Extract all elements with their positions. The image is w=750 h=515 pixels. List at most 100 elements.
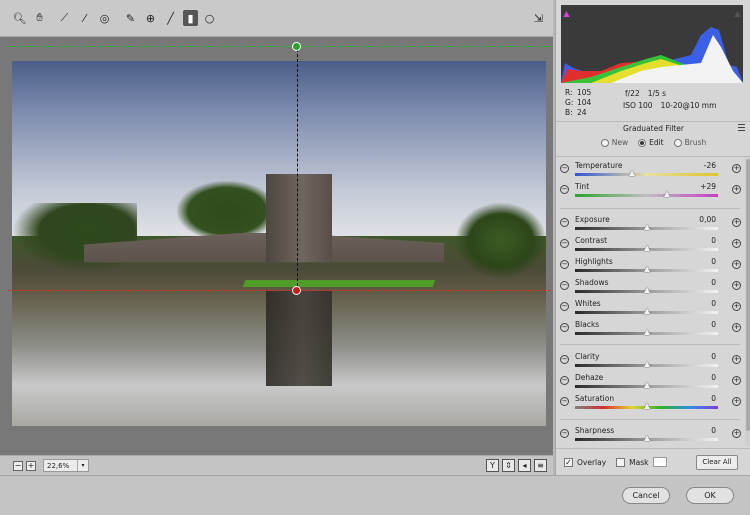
contrast-thumb[interactable] [643, 245, 650, 251]
sharpness-thumb[interactable] [643, 435, 650, 441]
highlights-slider[interactable]: − Highlights 0 + [556, 257, 743, 277]
swap-icon[interactable]: ⇕ [502, 459, 515, 472]
whites-slider[interactable]: − Whites 0 + [556, 299, 743, 319]
highlights-value[interactable]: 0 [711, 257, 716, 266]
saturation-slider[interactable]: − Saturation 0 + [556, 394, 743, 414]
toggle-settings-icon[interactable]: ≡ [534, 459, 547, 472]
highlights-decrease-icon[interactable]: − [560, 260, 569, 269]
ok-button[interactable]: OK [686, 487, 734, 504]
copy-settings-icon[interactable]: ◂ [518, 459, 531, 472]
contrast-decrease-icon[interactable]: − [560, 239, 569, 248]
mode-edit[interactable]: Edit [638, 138, 664, 147]
red-eye-icon[interactable]: ⊕ [143, 10, 158, 26]
clarity-decrease-icon[interactable]: − [560, 355, 569, 364]
sharpness-value[interactable]: 0 [711, 426, 716, 435]
shadows-value[interactable]: 0 [711, 278, 716, 287]
clarity-thumb[interactable] [643, 361, 650, 367]
dehaze-decrease-icon[interactable]: − [560, 376, 569, 385]
tint-thumb[interactable] [663, 191, 670, 197]
exposure-slider[interactable]: − Exposure 0,00 + [556, 215, 743, 235]
tint-decrease-icon[interactable]: − [560, 185, 569, 194]
zoom-select[interactable]: 22,6% ▾ [43, 459, 89, 472]
zoom-icon[interactable]: 🔍︎ [12, 10, 27, 26]
mask-checkbox[interactable] [616, 457, 626, 467]
contrast-slider[interactable]: − Contrast 0 + [556, 236, 743, 256]
mask-color-swatch[interactable] [652, 457, 667, 467]
fullscreen-icon[interactable]: ⇲ [531, 10, 546, 26]
exposure-decrease-icon[interactable]: − [560, 218, 569, 227]
tint-increase-icon[interactable]: + [732, 185, 741, 194]
graduated-filter-icon[interactable]: ▮ [183, 10, 198, 26]
panel-menu-icon[interactable] [738, 124, 745, 131]
clarity-increase-icon[interactable]: + [732, 355, 741, 364]
saturation-thumb[interactable] [643, 403, 650, 409]
whites-increase-icon[interactable]: + [732, 302, 741, 311]
before-after-icon[interactable]: Y [486, 459, 499, 472]
exposure-value[interactable]: 0,00 [699, 215, 716, 224]
clarity-slider[interactable]: − Clarity 0 + [556, 352, 743, 372]
shadow-clipping-icon[interactable]: ▲ [562, 10, 571, 18]
tint-value[interactable]: +29 [700, 182, 716, 191]
temperature-increase-icon[interactable]: + [732, 164, 741, 173]
sharpness-decrease-icon[interactable]: − [560, 429, 569, 438]
shadows-decrease-icon[interactable]: − [560, 281, 569, 290]
temperature-track[interactable] [575, 173, 718, 176]
temperature-slider[interactable]: − Temperature -26 + [556, 161, 743, 181]
blacks-slider[interactable]: − Blacks 0 + [556, 320, 743, 340]
cancel-button[interactable]: Cancel [622, 487, 670, 504]
blacks-increase-icon[interactable]: + [732, 323, 741, 332]
mode-brush[interactable]: Brush [673, 138, 706, 147]
exposure-increase-icon[interactable]: + [732, 218, 741, 227]
radio-brush[interactable] [673, 138, 682, 147]
whites-decrease-icon[interactable]: − [560, 302, 569, 311]
filter-start-line[interactable] [8, 46, 551, 47]
filter-end-pin[interactable] [292, 286, 301, 295]
photo-preview[interactable] [12, 61, 546, 426]
temperature-value[interactable]: -26 [704, 161, 716, 170]
highlight-clipping-icon[interactable]: ▲ [733, 10, 742, 18]
whites-value[interactable]: 0 [711, 299, 716, 308]
saturation-decrease-icon[interactable]: − [560, 397, 569, 406]
whites-thumb[interactable] [643, 308, 650, 314]
zoom-in-button[interactable]: + [26, 460, 36, 471]
tint-track[interactable] [575, 194, 718, 197]
filter-center-line[interactable] [297, 49, 298, 291]
sharpness-slider[interactable]: − Sharpness 0 + [556, 426, 743, 446]
sharpness-increase-icon[interactable]: + [732, 429, 741, 438]
radio-new[interactable] [600, 138, 609, 147]
temperature-thumb[interactable] [629, 170, 636, 176]
dehaze-thumb[interactable] [643, 382, 650, 388]
mode-new[interactable]: New [600, 138, 628, 147]
sliders-scrollbar[interactable] [745, 157, 750, 446]
chevron-down-icon[interactable]: ▾ [77, 460, 88, 471]
targeted-adjustment-icon[interactable]: ◎ [97, 10, 112, 26]
contrast-value[interactable]: 0 [711, 236, 716, 245]
highlights-increase-icon[interactable]: + [732, 260, 741, 269]
saturation-increase-icon[interactable]: + [732, 397, 741, 406]
blacks-value[interactable]: 0 [711, 320, 716, 329]
exposure-thumb[interactable] [643, 224, 650, 230]
dehaze-increase-icon[interactable]: + [732, 376, 741, 385]
dehaze-value[interactable]: 0 [711, 373, 716, 382]
shadows-thumb[interactable] [643, 287, 650, 293]
clarity-value[interactable]: 0 [711, 352, 716, 361]
radio-edit[interactable] [638, 138, 647, 147]
overlay-checkbox[interactable]: ✓ [564, 457, 573, 467]
adjustment-brush-icon[interactable]: ╱ [163, 10, 178, 26]
contrast-increase-icon[interactable]: + [732, 239, 741, 248]
saturation-value[interactable]: 0 [711, 394, 716, 403]
shadows-increase-icon[interactable]: + [732, 281, 741, 290]
blacks-thumb[interactable] [643, 329, 650, 335]
image-canvas[interactable] [0, 37, 553, 455]
clear-all-button[interactable]: Clear All [696, 455, 738, 470]
filter-start-pin[interactable] [292, 42, 301, 51]
temperature-decrease-icon[interactable]: − [560, 164, 569, 173]
tint-slider[interactable]: − Tint +29 + [556, 182, 743, 202]
spot-removal-icon[interactable]: ✎ [123, 10, 138, 26]
dehaze-slider[interactable]: − Dehaze 0 + [556, 373, 743, 393]
hand-icon[interactable]: ✋︎ [32, 10, 47, 26]
blacks-decrease-icon[interactable]: − [560, 323, 569, 332]
highlights-thumb[interactable] [643, 266, 650, 272]
color-sampler-icon[interactable]: ⁄ [77, 10, 92, 26]
radial-filter-icon[interactable]: ○ [202, 10, 217, 26]
